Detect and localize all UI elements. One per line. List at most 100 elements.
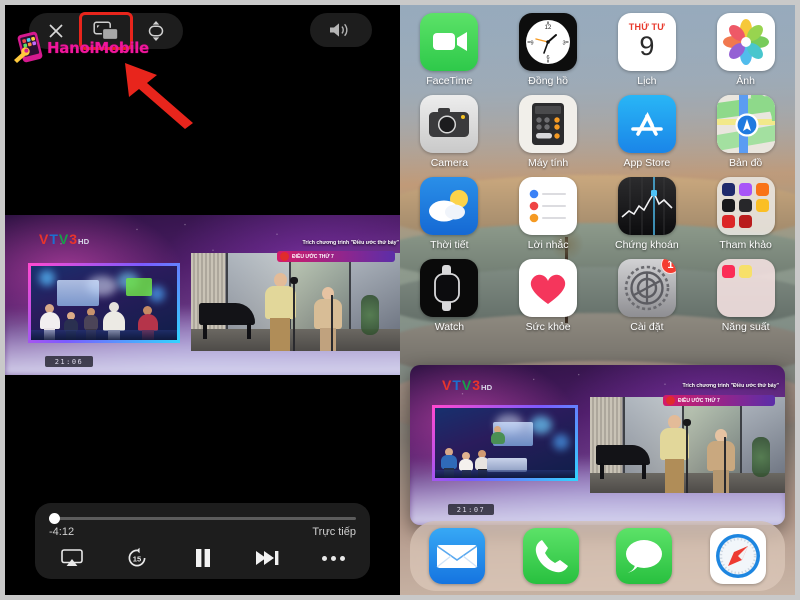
pip-button[interactable] bbox=[79, 12, 133, 50]
stage-display bbox=[57, 280, 99, 306]
maps-icon bbox=[716, 95, 775, 153]
rewind-seconds-label: 15 bbox=[133, 554, 142, 563]
channel-logo: V T V 3 HD bbox=[39, 231, 89, 247]
broadcast-ticker: ĐIỀU ƯỚC THỨ 7 bbox=[277, 251, 395, 262]
stocks-icon bbox=[617, 177, 676, 235]
appstore-icon bbox=[617, 95, 676, 153]
svg-text:3: 3 bbox=[563, 41, 566, 47]
app-reminders[interactable]: Lời nhắc bbox=[499, 177, 598, 251]
dock-item-messages[interactable] bbox=[616, 528, 673, 584]
mic-stand bbox=[293, 281, 295, 351]
airplay-button[interactable] bbox=[55, 545, 89, 571]
logo-3: 3 bbox=[69, 231, 78, 247]
calculator-icon bbox=[519, 95, 578, 153]
stage-floor bbox=[31, 330, 177, 340]
svg-text:12: 12 bbox=[545, 25, 552, 31]
app-label: Cài đặt bbox=[630, 321, 664, 333]
app-settings[interactable]: 1 Cài đặt bbox=[598, 259, 697, 333]
app-calendar[interactable]: THỨ TƯ 9 Lịch bbox=[598, 13, 697, 87]
camera-icon bbox=[420, 95, 479, 153]
piano-leg bbox=[642, 463, 646, 479]
app-label: Tham khảo bbox=[719, 239, 772, 251]
volume-button[interactable] bbox=[310, 13, 372, 47]
stage-light bbox=[39, 270, 55, 286]
svg-text:9: 9 bbox=[531, 41, 534, 47]
app-label: Sức khỏe bbox=[525, 321, 571, 333]
app-label: Chứng khoán bbox=[615, 239, 679, 251]
skip-forward-icon bbox=[255, 551, 279, 565]
time-row: -4:12 Trực tiếp bbox=[49, 526, 356, 538]
logo-hd: HD bbox=[78, 237, 90, 246]
facetime-icon bbox=[420, 13, 479, 71]
pip-broadcast-clock: 21:07 bbox=[448, 504, 494, 515]
mail-icon bbox=[428, 528, 485, 584]
dock-item-safari[interactable] bbox=[710, 528, 767, 584]
singer-child bbox=[706, 429, 736, 493]
piano bbox=[199, 303, 255, 325]
pip-studio-room-scene bbox=[590, 397, 785, 493]
app-label: Năng suất bbox=[721, 321, 770, 333]
airplay-icon bbox=[61, 549, 83, 566]
reminders-icon bbox=[519, 177, 578, 235]
settings-icon: 1 bbox=[617, 259, 676, 317]
photos-icon bbox=[716, 13, 775, 71]
pip-broadcast-ticker: ĐIỀU ƯỚC THỨ 7 bbox=[663, 395, 775, 406]
close-button[interactable] bbox=[33, 16, 79, 46]
folder-mini-icon bbox=[721, 183, 735, 196]
pause-button[interactable] bbox=[186, 545, 220, 571]
singer-adult bbox=[263, 273, 297, 351]
scrubber-track bbox=[49, 517, 356, 520]
app-folder-productivity[interactable]: Năng suất bbox=[696, 259, 795, 333]
folder-mini-icon bbox=[739, 281, 752, 294]
app-label: App Store bbox=[623, 157, 671, 169]
annotation-arrow-icon bbox=[125, 63, 193, 129]
app-grid: FaceTime 12 3 6 9 Đồng hồ THỨ TƯ 9 Lịch … bbox=[400, 13, 795, 333]
piano bbox=[596, 445, 650, 465]
folder-mini-icon bbox=[722, 281, 735, 294]
dock-item-mail[interactable] bbox=[428, 528, 485, 584]
scrubber[interactable] bbox=[49, 513, 356, 524]
app-watch[interactable]: Watch bbox=[400, 259, 499, 333]
piano-leg bbox=[600, 463, 604, 479]
ios-home-screen-panel: FaceTime 12 3 6 9 Đồng hồ THỨ TƯ 9 Lịch … bbox=[400, 0, 800, 600]
fullscreen-button[interactable] bbox=[133, 16, 179, 46]
watch-icon bbox=[420, 259, 479, 317]
close-icon bbox=[49, 24, 63, 38]
app-maps[interactable]: Bản đồ bbox=[696, 95, 795, 169]
logo-hd: HD bbox=[481, 383, 493, 392]
app-photos[interactable]: Ảnh bbox=[696, 13, 795, 87]
safari-icon bbox=[710, 528, 767, 584]
app-label: Lịch bbox=[637, 75, 657, 87]
app-folder-reference[interactable]: Tham khảo bbox=[696, 177, 795, 251]
video-frame[interactable]: V T V 3 HD Trích chương trình "Điều ước thứ … bbox=[5, 215, 400, 375]
mic-stand bbox=[724, 437, 726, 493]
skip-forward-button[interactable] bbox=[251, 545, 285, 571]
app-appstore[interactable]: App Store bbox=[598, 95, 697, 169]
video-player-panel: HanoiMobile V T V 3 HD Trích chương trìn… bbox=[0, 0, 400, 600]
stage-sub-screen bbox=[28, 263, 180, 343]
dock-item-phone[interactable] bbox=[522, 528, 579, 584]
app-health[interactable]: Sức khỏe bbox=[499, 259, 598, 333]
logo-v1: V bbox=[39, 231, 49, 247]
app-calculator[interactable]: Máy tính bbox=[499, 95, 598, 169]
folder-mini-icon bbox=[756, 265, 769, 278]
scrubber-knob[interactable] bbox=[49, 513, 60, 524]
studio-room-scene bbox=[191, 253, 400, 351]
app-label: Thời tiết bbox=[430, 239, 469, 251]
pause-icon bbox=[195, 549, 210, 567]
app-camera[interactable]: Camera bbox=[400, 95, 499, 169]
logo-3: 3 bbox=[472, 377, 481, 393]
more-options-button[interactable] bbox=[316, 545, 350, 571]
screenshot-root: HanoiMobile V T V 3 HD Trích chương trìn… bbox=[0, 0, 800, 600]
app-clock[interactable]: 12 3 6 9 Đồng hồ bbox=[499, 13, 598, 87]
app-stocks[interactable]: Chứng khoán bbox=[598, 177, 697, 251]
app-facetime[interactable]: FaceTime bbox=[400, 13, 499, 87]
logo-t: T bbox=[49, 231, 58, 247]
live-dot-icon bbox=[280, 252, 289, 261]
weather-icon bbox=[420, 177, 479, 235]
pip-window[interactable]: V T V 3 HD Trích chương trình "Điều ước thứ … bbox=[410, 365, 785, 525]
folder-mini-icon bbox=[721, 199, 735, 212]
rewind-15-button[interactable]: 15 bbox=[120, 545, 154, 571]
app-weather[interactable]: Thời tiết bbox=[400, 177, 499, 251]
health-icon bbox=[519, 259, 578, 317]
